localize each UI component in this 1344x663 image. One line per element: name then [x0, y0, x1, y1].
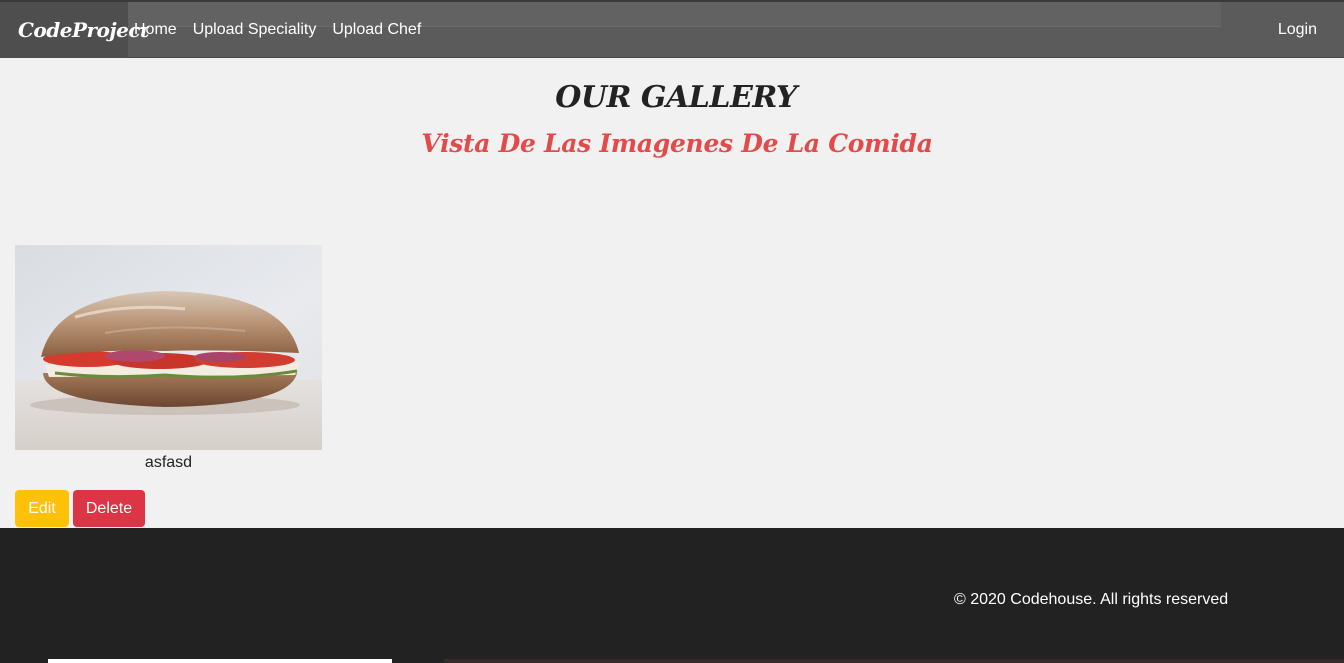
copyright-text: © 2020 Codehouse. All rights reserved: [954, 591, 1229, 608]
sandwich-image: [15, 245, 322, 450]
login-link[interactable]: Login: [1278, 2, 1317, 58]
nav-link-upload-speciality[interactable]: Upload Speciality: [193, 21, 317, 39]
page-title: OUR GALLERY: [555, 80, 797, 115]
gallery-card-caption: asfasd: [144, 454, 193, 471]
nav-link-upload-chef[interactable]: Upload Chef: [332, 21, 421, 39]
footer-bottom-bar: [48, 659, 392, 663]
gallery-card: asfasd: [15, 245, 322, 472]
delete-button[interactable]: Delete: [73, 490, 145, 527]
brand-logo[interactable]: CodeProject: [0, 2, 149, 58]
gallery-card-actions: Edit Delete: [15, 490, 145, 527]
navbar: CodeProject Home Upload Speciality Uploa…: [0, 0, 1344, 58]
footer: © 2020 Codehouse. All rights reserved: [0, 528, 1344, 663]
footer-bottom-bar-dark: [444, 659, 1344, 663]
nav-links: Home Upload Speciality Upload Chef: [134, 2, 437, 58]
nav-link-home[interactable]: Home: [134, 21, 177, 39]
edit-button[interactable]: Edit: [15, 490, 69, 527]
page-subtitle: Vista De Las Imagenes De La Comida: [421, 129, 933, 158]
